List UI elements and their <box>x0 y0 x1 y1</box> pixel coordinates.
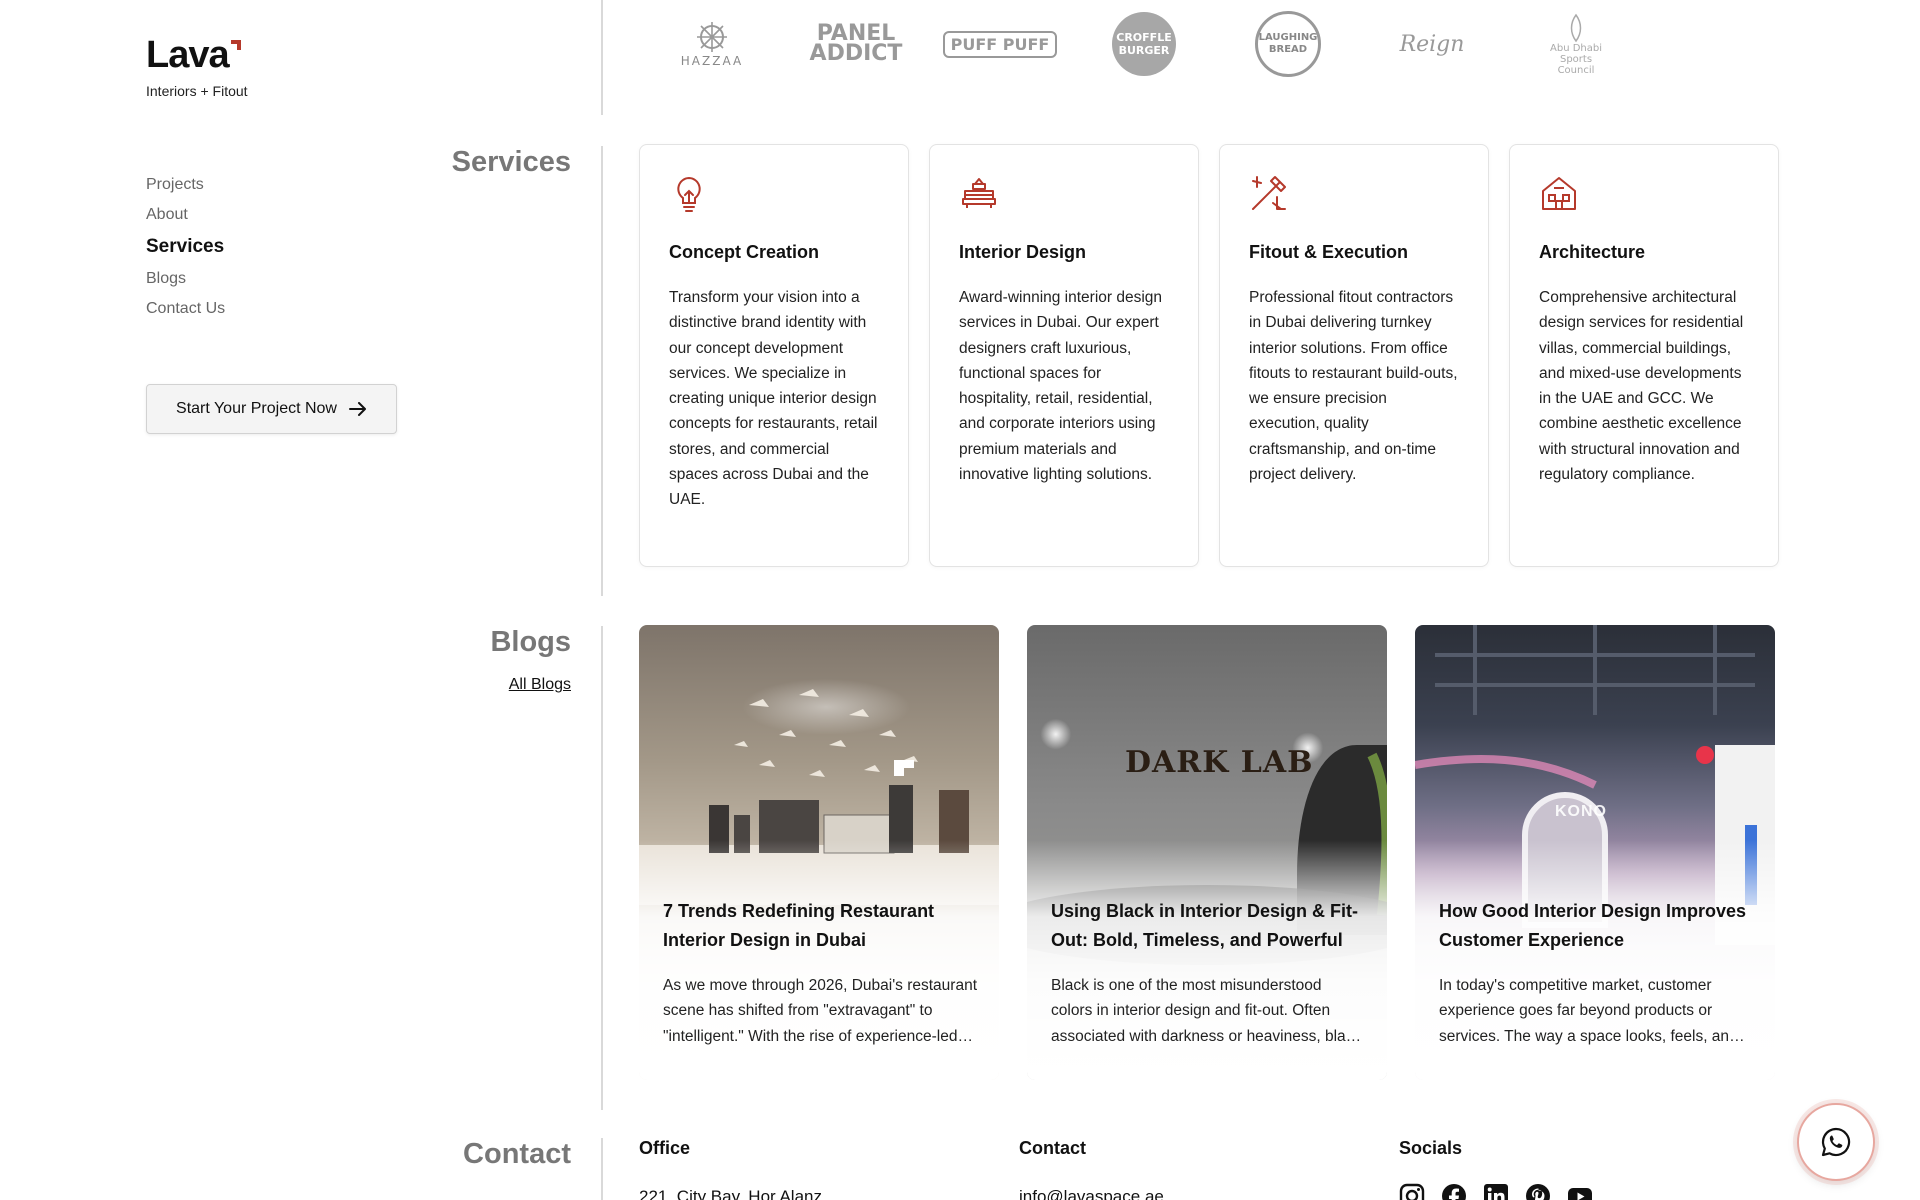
blog-excerpt: Black is one of the most misunderstood c… <box>1051 977 1362 1045</box>
brand-tagline: Interiors + Fitout <box>146 83 248 99</box>
service-text: Award-winning interior design services i… <box>959 289 1163 484</box>
blog-card[interactable]: DARK LAB Using Black in Interior Design … <box>1027 625 1387 1080</box>
blog-title: How Good Interior Design Improves Custom… <box>1439 901 1747 950</box>
blog-excerpt: As we move through 2026, Dubai's restaur… <box>663 977 977 1045</box>
blog-list: 7 Trends Redefining Restaurant Interior … <box>639 625 1775 1080</box>
blog-title: 7 Trends Redefining Restaurant Interior … <box>663 901 935 950</box>
socials-column: Socials <box>1399 1138 1779 1200</box>
blog-excerpt: In today's competitive market, customer … <box>1439 977 1738 1045</box>
logo-mark-icon <box>230 40 241 50</box>
service-title: Fitout & Execution <box>1249 242 1408 262</box>
divider-contact <box>601 1138 603 1200</box>
nav-item-services[interactable]: Services <box>146 230 225 264</box>
linkedin-icon[interactable] <box>1483 1183 1509 1200</box>
dark-lab-sign: DARK LAB <box>1125 745 1314 780</box>
service-text: Professional fitout contractors in Dubai… <box>1249 289 1458 484</box>
contact-col-heading: Contact <box>1019 1138 1086 1158</box>
lightbulb-icon <box>677 176 701 212</box>
contact-email-link[interactable]: info@lavaspace.ae <box>1019 1187 1399 1200</box>
puff-puff-logo: PUFF PUFF <box>928 8 1072 80</box>
service-title: Architecture <box>1539 242 1646 262</box>
brand-logo[interactable]: Lava Interiors + Fitout <box>146 34 248 99</box>
service-title: Interior Design <box>959 242 1087 262</box>
building-icon <box>1542 177 1576 210</box>
divider-services <box>601 146 603 596</box>
kono-sign: KONO <box>1555 803 1607 820</box>
service-card-architecture[interactable]: Architecture Comprehensive architectural… <box>1509 144 1779 567</box>
blog-title: Using Black in Interior Design & Fit-Out… <box>1051 901 1359 950</box>
whatsapp-icon <box>1821 1127 1851 1157</box>
nav-item-about[interactable]: About <box>146 200 225 230</box>
contact-columns: Office 221, City Bay, Hor Alanz Contact … <box>639 1138 1779 1200</box>
logo-wordmark: Lava <box>146 34 248 77</box>
reign-logo: Reign <box>1399 31 1465 57</box>
office-column: Office 221, City Bay, Hor Alanz <box>639 1138 1019 1200</box>
whatsapp-button[interactable] <box>1797 1103 1875 1181</box>
socials-heading: Socials <box>1399 1138 1463 1158</box>
nav-item-contact[interactable]: Contact Us <box>146 294 225 324</box>
blog-body: 7 Trends Redefining Restaurant Interior … <box>663 897 977 1049</box>
start-project-button[interactable]: Start Your Project Now <box>146 384 397 434</box>
instagram-icon[interactable] <box>1399 1183 1425 1200</box>
social-links <box>1399 1183 1779 1200</box>
services-heading: Services <box>451 146 571 178</box>
nav-item-projects[interactable]: Projects <box>146 170 225 200</box>
nav-item-blogs[interactable]: Blogs <box>146 264 225 294</box>
contact-column: Contact info@lavaspace.ae <box>1019 1138 1399 1200</box>
arrow-right-icon <box>348 402 366 416</box>
service-text: Transform your vision into a distinctive… <box>669 289 878 509</box>
facebook-icon[interactable] <box>1441 1183 1467 1200</box>
service-card-fitout[interactable]: Fitout & Execution Professional fitout c… <box>1219 144 1489 567</box>
main-nav: Projects About Services Blogs Contact Us <box>146 170 225 324</box>
service-card-concept[interactable]: Concept Creation Transform your vision i… <box>639 144 909 567</box>
office-address: 221, City Bay, Hor Alanz <box>639 1187 822 1200</box>
service-title: Concept Creation <box>669 242 820 262</box>
panel-addict-logo: PANEL ADDICT <box>809 21 903 66</box>
divider-blogs <box>601 626 603 1110</box>
start-project-label: Start Your Project Now <box>176 400 337 417</box>
client-logos: HAZZAA PANEL ADDICT PUFF PUFF CROFFLE BU… <box>640 8 1660 80</box>
blogs-heading: Blogs <box>490 626 571 658</box>
youtube-icon[interactable] <box>1567 1183 1593 1200</box>
service-card-interior[interactable]: Interior Design Award-winning interior d… <box>929 144 1199 567</box>
logo-text: Lava <box>146 34 230 76</box>
divider-clients <box>601 0 603 115</box>
service-text: Comprehensive architectural design servi… <box>1539 289 1744 484</box>
laughing-bread-logo: LAUGHING BREAD <box>1216 8 1360 80</box>
blog-body: How Good Interior Design Improves Custom… <box>1439 897 1753 1049</box>
croffle-burger-logo: CROFFLE BURGER <box>1072 8 1216 80</box>
services-grid: Concept Creation Transform your vision i… <box>639 144 1779 567</box>
blog-card[interactable]: 7 Trends Redefining Restaurant Interior … <box>639 625 999 1080</box>
contact-heading: Contact <box>463 1138 571 1170</box>
blog-card[interactable]: KONO How Good Interior Design Improves C… <box>1415 625 1775 1080</box>
blog-body: Using Black in Interior Design & Fit-Out… <box>1051 897 1365 1049</box>
hazzaa-logo: HAZZAA <box>640 8 784 80</box>
pinterest-icon[interactable] <box>1525 1183 1551 1200</box>
abu-dhabi-logo: Abu Dhabi Sports Council <box>1504 8 1648 80</box>
sofa-icon <box>962 178 996 208</box>
office-heading: Office <box>639 1138 691 1158</box>
all-blogs-link[interactable]: All Blogs <box>509 676 571 694</box>
design-tools-icon <box>1252 176 1286 210</box>
